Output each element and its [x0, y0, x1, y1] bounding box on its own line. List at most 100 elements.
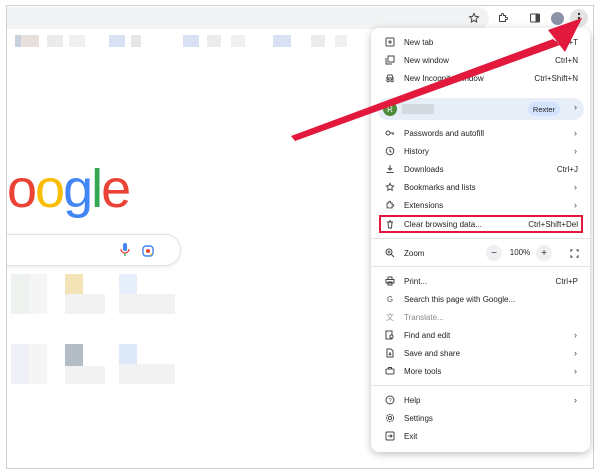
menu-label: Settings: [404, 413, 433, 423]
extensions-icon: [385, 200, 395, 210]
zoom-in-button[interactable]: +: [536, 245, 552, 261]
menu-label: Zoom: [404, 248, 425, 258]
menu-label: Exit: [404, 431, 418, 441]
bookmark-item[interactable]: [335, 35, 347, 47]
menu-label: Translate...: [404, 312, 444, 322]
profile-badge: Rexter: [527, 102, 560, 116]
chrome-main-menu: New tab Ctrl+T New window Ctrl+N New Inc…: [371, 28, 590, 452]
star-icon[interactable]: [465, 9, 483, 27]
menu-item-extensions[interactable]: Extensions ›: [371, 196, 590, 214]
key-icon: [385, 128, 395, 138]
extensions-icon[interactable]: [494, 9, 512, 27]
star-icon: [385, 182, 395, 192]
menu-item-find-and-edit[interactable]: Find and edit ›: [371, 326, 590, 344]
microphone-icon[interactable]: [120, 243, 130, 262]
menu-divider: [371, 238, 590, 239]
new-window-icon: [385, 55, 395, 65]
printer-icon: [385, 276, 395, 286]
menu-label: Downloads: [404, 164, 444, 174]
menu-shortcut: Ctrl+T: [556, 37, 578, 47]
bookmark-item[interactable]: [273, 35, 291, 47]
bookmark-item[interactable]: [311, 35, 325, 47]
google-search-box[interactable]: [7, 234, 181, 266]
menu-item-bookmarks[interactable]: Bookmarks and lists ›: [371, 178, 590, 196]
bookmark-item[interactable]: [21, 35, 39, 47]
menu-shortcut: Ctrl+N: [555, 55, 578, 65]
menu-item-history[interactable]: History ›: [371, 142, 590, 160]
menu-shortcut: Ctrl+Shift+N: [534, 73, 578, 83]
zoom-level: 100%: [509, 248, 531, 257]
history-icon: [385, 146, 395, 156]
exit-icon: [385, 431, 395, 441]
chevron-right-icon: ›: [574, 146, 577, 156]
bookmark-item[interactable]: [47, 35, 63, 47]
chevron-right-icon: ›: [574, 102, 577, 112]
address-bar[interactable]: [7, 7, 489, 29]
incognito-icon: [385, 73, 395, 83]
menu-divider: [371, 385, 590, 386]
menu-label: Bookmarks and lists: [404, 182, 476, 192]
menu-label: Print...: [404, 276, 428, 286]
menu-label: Save and share: [404, 348, 461, 358]
menu-label: New Incognito window: [404, 73, 484, 83]
menu-label: Help: [404, 395, 421, 405]
bookmark-item[interactable]: [69, 35, 85, 47]
menu-item-settings[interactable]: Settings: [371, 409, 590, 427]
menu-item-more-tools[interactable]: More tools ›: [371, 362, 590, 380]
fullscreen-icon[interactable]: [567, 246, 581, 260]
menu-item-exit[interactable]: Exit: [371, 427, 590, 445]
google-g-icon: G: [386, 294, 394, 304]
menu-shortcut: Ctrl+P: [555, 276, 578, 286]
menu-label: Extensions: [404, 200, 444, 210]
chevron-right-icon: ›: [574, 128, 577, 138]
chevron-right-icon: ›: [574, 366, 577, 376]
menu-item-new-incognito-window[interactable]: New Incognito window Ctrl+Shift+N: [371, 69, 590, 87]
profile-avatar-icon: R: [383, 102, 397, 116]
menu-item-help[interactable]: ? Help ›: [371, 391, 590, 409]
menu-item-search-page[interactable]: G Search this page with Google...: [371, 290, 590, 308]
chevron-right-icon: ›: [574, 182, 577, 192]
menu-shortcut: Ctrl+J: [556, 164, 578, 174]
bookmark-item[interactable]: [231, 35, 245, 47]
menu-label: New tab: [404, 37, 434, 47]
profile-avatar[interactable]: [548, 9, 566, 27]
bookmark-item[interactable]: [207, 35, 221, 47]
menu-label: New window: [404, 55, 449, 65]
side-panel-icon[interactable]: [526, 9, 544, 27]
zoom-icon: [385, 248, 395, 258]
menu-item-zoom: Zoom: [371, 244, 590, 262]
menu-item-translate[interactable]: 文 Translate...: [371, 308, 590, 326]
bookmark-item[interactable]: [131, 35, 141, 47]
chevron-right-icon: ›: [574, 348, 577, 358]
bookmark-item[interactable]: [183, 35, 199, 47]
menu-label: Passwords and autofill: [404, 128, 485, 138]
menu-item-new-tab[interactable]: New tab Ctrl+T: [371, 33, 590, 51]
menu-label: History: [404, 146, 429, 156]
menu-divider: [371, 266, 590, 267]
menu-label: Search this page with Google...: [404, 294, 516, 304]
profile-name-redacted: [402, 104, 434, 114]
google-logo: oogle: [7, 159, 131, 219]
kebab-menu-icon[interactable]: [570, 9, 588, 27]
save-share-icon: [385, 348, 395, 358]
menu-item-downloads[interactable]: Downloads Ctrl+J: [371, 160, 590, 178]
help-icon: ?: [385, 395, 395, 405]
more-tools-icon: [385, 366, 395, 376]
menu-item-save-and-share[interactable]: Save and share ›: [371, 344, 590, 362]
chevron-right-icon: ›: [574, 330, 577, 340]
menu-label: More tools: [404, 366, 442, 376]
bookmark-item[interactable]: [109, 35, 125, 47]
chevron-right-icon: ›: [574, 395, 577, 405]
menu-item-print[interactable]: Print... Ctrl+P: [371, 272, 590, 290]
chevron-right-icon: ›: [574, 200, 577, 210]
download-icon: [385, 164, 395, 174]
menu-item-passwords[interactable]: Passwords and autofill ›: [371, 124, 590, 142]
menu-item-new-window[interactable]: New window Ctrl+N: [371, 51, 590, 69]
profile-row[interactable]: R Rexter ›: [377, 98, 584, 120]
google-lens-icon[interactable]: [142, 244, 154, 262]
clear-data-highlight-box: [379, 215, 583, 233]
find-edit-icon: [385, 330, 395, 340]
new-tab-icon: [385, 37, 395, 47]
translate-icon: 文: [386, 312, 394, 322]
zoom-out-button[interactable]: −: [486, 245, 502, 261]
